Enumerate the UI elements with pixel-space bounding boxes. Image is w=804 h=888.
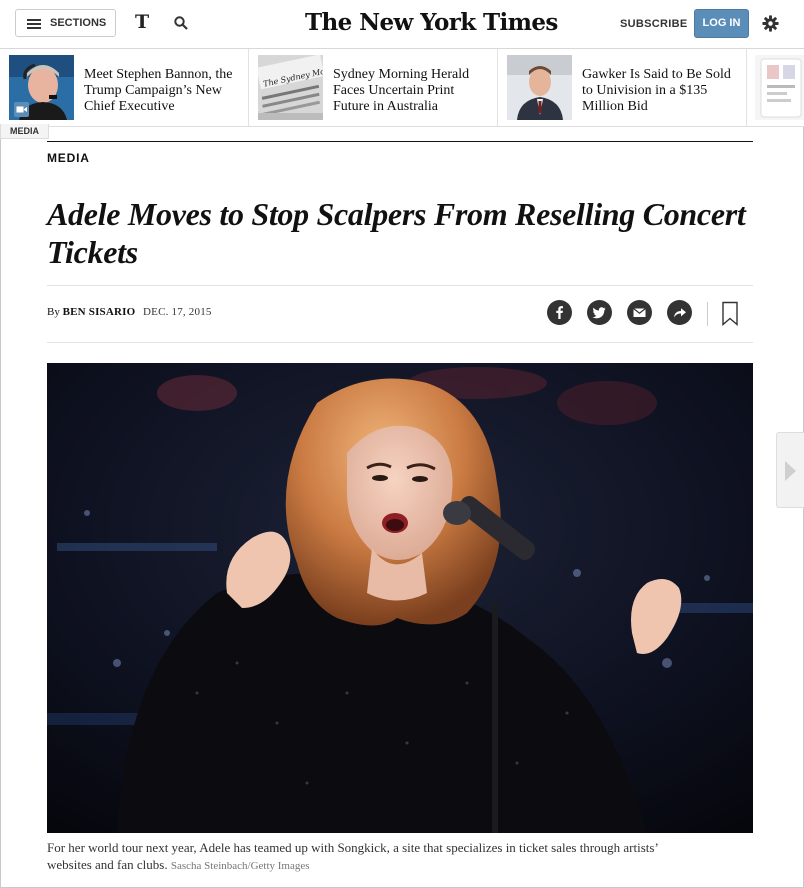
video-icon — [14, 102, 29, 117]
twitter-share-button[interactable] — [587, 300, 612, 325]
gear-icon[interactable] — [762, 15, 779, 32]
email-share-button[interactable] — [627, 300, 652, 325]
share-icon — [674, 308, 686, 318]
facebook-share-button[interactable] — [547, 300, 572, 325]
sections-label: SECTIONS — [50, 17, 107, 29]
email-icon — [633, 308, 646, 317]
byline-prefix: By — [47, 306, 60, 318]
related-article-title[interactable]: Meet Stephen Bannon, the Trump Campaign’… — [84, 67, 244, 115]
section-kicker[interactable]: MEDIA — [47, 151, 90, 165]
byline-top-rule — [47, 285, 753, 286]
related-media-tag: MEDIA — [0, 124, 49, 139]
next-article-arrow[interactable] — [776, 432, 804, 508]
related-articles-strip: Meet Stephen Bannon, the Trump Campaign’… — [0, 49, 804, 127]
photo-caption: For her world tour next year, Adele has … — [47, 839, 667, 875]
related-article-card[interactable]: The Sydney Morning Herald Sydney Morning… — [249, 49, 498, 126]
byline-bottom-rule — [47, 342, 753, 343]
partial-thumbnail — [755, 55, 804, 120]
login-button[interactable]: LOG IN — [694, 9, 749, 38]
facebook-icon — [556, 306, 563, 319]
publish-date: DEC. 17, 2015 — [143, 306, 212, 318]
related-article-title[interactable]: Gawker Is Said to Be Sold to Univision i… — [582, 67, 742, 115]
bannon-thumbnail — [9, 55, 74, 120]
masthead-logo[interactable]: The New York Times — [305, 9, 558, 36]
related-article-card-partial[interactable] — [747, 49, 804, 126]
twitter-icon — [592, 307, 606, 319]
subscribe-link[interactable]: SUBSCRIBE — [620, 18, 688, 30]
sections-button[interactable]: SECTIONS — [15, 9, 116, 37]
hamburger-icon — [27, 19, 41, 29]
gawker-thumbnail — [507, 55, 572, 120]
article-lead-photo — [47, 363, 753, 833]
related-article-title[interactable]: Sydney Morning Herald Faces Uncertain Pr… — [333, 67, 493, 115]
bookmark-icon[interactable] — [721, 301, 739, 326]
share-separator — [707, 302, 708, 326]
author-link[interactable]: BEN SISARIO — [63, 306, 136, 318]
related-article-card[interactable]: Gawker Is Said to Be Sold to Univision i… — [498, 49, 747, 126]
more-share-button[interactable] — [667, 300, 692, 325]
article-headline: Adele Moves to Stop Scalpers From Resell… — [47, 196, 746, 270]
t-logo-icon[interactable]: T — [135, 11, 149, 33]
photo-credit: Sascha Steinbach/Getty Images — [170, 860, 310, 872]
caption-text: For her world tour next year, Adele has … — [47, 840, 658, 872]
search-icon[interactable] — [174, 16, 188, 30]
kicker-rule — [47, 141, 753, 142]
related-article-card[interactable]: Meet Stephen Bannon, the Trump Campaign’… — [0, 49, 249, 126]
chevron-right-icon — [785, 461, 796, 481]
byline: By BEN SISARIO — [47, 306, 135, 318]
top-navigation-bar: SECTIONS T The New York Times SUBSCRIBE … — [0, 0, 804, 49]
sydney-herald-thumbnail: The Sydney Morning Herald — [258, 55, 323, 120]
